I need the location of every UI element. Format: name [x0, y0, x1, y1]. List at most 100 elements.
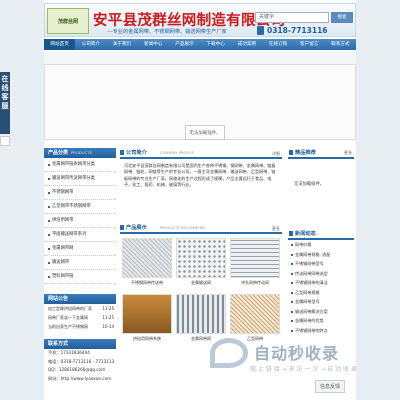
categories-title: 产品分类 PRODUCTS — [44, 148, 116, 158]
contact-mobile: 手机：17331836444 — [48, 350, 90, 355]
product-caption[interactable]: 烘焙用网带系统 — [133, 336, 161, 342]
search-input[interactable]: 关键字 — [255, 12, 329, 23]
notice-item[interactable]: 加工定做烘焙网带的厂家 11-25 — [44, 304, 116, 313]
product-image[interactable] — [122, 238, 172, 278]
product-caption[interactable]: 冲孔网带传动网 — [241, 280, 269, 286]
contact-title: 联系方式 — [44, 339, 116, 349]
slogan: ---专业的金属网带、不锈钢网带、输送网带生产厂家 — [107, 29, 227, 35]
nav-products[interactable]: 产品展示 — [169, 39, 200, 50]
product-caption[interactable]: 金属网带网 — [191, 336, 211, 342]
search-button[interactable]: 搜索 — [331, 12, 353, 23]
notice-item[interactable]: 网带厂家谈一下金属网 11-25 — [44, 313, 116, 322]
latest-news-item[interactable]: 网带价格 — [288, 240, 354, 250]
phone-icon — [257, 26, 264, 35]
product-image[interactable] — [176, 294, 226, 334]
product-card[interactable]: 冲孔网带传动网 — [230, 238, 280, 290]
online-service-tab[interactable]: 在 线 客 服 — [0, 72, 10, 134]
latest-news-item[interactable]: 输送网带解决方案 — [288, 307, 354, 317]
site-header: 茂群丝网 安平县茂群丝网制造有限公司 ---专业的金属网带、不锈钢网带、输送网带… — [44, 3, 356, 37]
latest-news-header: 新闻动态 — [288, 229, 354, 240]
product-card[interactable]: 不锈钢网带传送带 — [122, 238, 172, 290]
notice-item[interactable]: 当前自身生产不锈钢网 10-14 — [44, 322, 116, 331]
product-image[interactable] — [230, 294, 280, 334]
product-image[interactable] — [230, 238, 280, 278]
watermark-subtitle: 做 上 链 接 → 来 访 一 次 → 自 动 收 录 — [250, 366, 357, 373]
categories-title-text: 产品分类 — [48, 150, 69, 156]
recommend-header: 精品推荐 更多 — [288, 148, 354, 159]
nav-order[interactable]: 在线订购 — [262, 39, 293, 50]
product-caption[interactable]: 不锈钢网带传送带 — [131, 280, 163, 286]
float-tab-char: 线 — [1, 84, 9, 92]
contact-qq: QQ：1286186266@qq.com — [48, 367, 106, 372]
about-more-link[interactable]: 详细 — [272, 151, 280, 157]
latest-news-item[interactable]: 传送网带网带选型 — [288, 269, 354, 279]
recommend-title: 精品推荐 — [295, 150, 316, 156]
latest-news-item[interactable]: 金属网带型号 — [288, 297, 354, 307]
products-title-en: PRODUCTS RECOMMEND — [160, 226, 206, 230]
latest-news-item[interactable]: 金属网带的优势 — [288, 316, 354, 326]
notice-date: 11-25 — [102, 306, 114, 311]
category-item[interactable]: 烘焙用网带 — [44, 214, 116, 228]
product-card[interactable]: 烘焙用网带系统 — [122, 294, 172, 346]
right-column: 精品推荐 更多 无法加载插件。 新闻动态 网带价格 金属网带规格, 选配 不锈钢网… — [288, 148, 354, 335]
latest-news-item[interactable]: 金属网带规格, 选配 — [288, 250, 354, 260]
notice-date: 11-25 — [102, 315, 114, 320]
logo-text: 茂群丝网 — [57, 18, 78, 25]
products-title: 产品展示 — [120, 224, 147, 231]
float-tab-char: 服 — [1, 102, 9, 110]
notice-title: 网站公告 — [44, 294, 116, 304]
watermark-logo-icon — [210, 338, 248, 368]
latest-news-item[interactable]: 乙型网带规格 — [288, 288, 354, 298]
feedback-button[interactable]: 信息反馈 — [315, 380, 345, 393]
hotline-phone: 0318-7713116 — [267, 26, 328, 35]
float-tab-char: 客 — [1, 93, 9, 101]
recommend-placeholder: 无法加载插件。 — [294, 182, 325, 187]
category-item[interactable]: 输送网带传送网带分类 — [44, 172, 116, 186]
latest-news-title: 新闻动态 — [295, 231, 316, 237]
nav-downloads[interactable]: 下载中心 — [200, 39, 231, 50]
recommend-more-link[interactable]: 更多 — [344, 148, 352, 158]
product-image[interactable] — [176, 238, 226, 278]
nav-messages[interactable]: 客户留言 — [294, 39, 325, 50]
product-image[interactable] — [122, 294, 172, 334]
float-tab-toggle[interactable] — [0, 136, 10, 146]
category-item[interactable]: 不锈钢网带 — [44, 186, 116, 200]
center-column: 公司简介 COMPANY PROFILE 详细 河北安平县茂群丝网制造有限公司是… — [120, 148, 282, 350]
about-title-en: COMPANY PROFILE — [160, 151, 194, 155]
category-item[interactable]: 乙型网带不锈钢网带 — [44, 200, 116, 214]
nav-news[interactable]: 新闻中心 — [138, 39, 169, 50]
product-grid: 不锈钢网带传送带 金属输送网 冲孔网带传动网 烘焙用网带系统 金属网带网 乙型网… — [120, 234, 282, 350]
notice-text: 网带厂家谈一下金属网 — [48, 315, 88, 320]
category-item[interactable]: 平面输送网带系列 — [44, 228, 116, 242]
company-logo[interactable]: 茂群丝网 — [47, 8, 89, 34]
latest-news-item[interactable]: 不锈钢网带型号 — [288, 259, 354, 269]
category-item[interactable]: 输送网带 — [44, 256, 116, 270]
notice-text: 加工定做烘焙网带的厂家 — [48, 306, 92, 311]
nav-cases[interactable]: 成功案例 — [231, 39, 262, 50]
contact-phone: 电话：0318-7713116 - 7713113 — [48, 358, 115, 364]
categories-title-en: PRODUCTS — [71, 150, 93, 155]
latest-news-item[interactable]: 不锈钢网带的清洁 — [288, 278, 354, 288]
banner-plugin: 无法加载插件。 — [44, 64, 356, 140]
watermark-title: 自动秒收录 — [254, 344, 340, 363]
category-item[interactable]: 金属网带链条网带分类 — [44, 158, 116, 172]
category-item[interactable]: 金属网带网 — [44, 242, 116, 256]
company-intro: 河北安平县茂群丝网制造有限公司是国内生产各种不锈钢、钢网带、金属网带、链板网带、… — [124, 163, 276, 187]
nav-contact[interactable]: 联系方式 — [325, 39, 356, 50]
notice-text: 当前自身生产不锈钢网 — [48, 324, 88, 329]
float-tab-char: 在 — [1, 75, 9, 83]
notice-date: 10-14 — [102, 324, 114, 329]
product-caption[interactable]: 金属输送网 — [191, 280, 211, 286]
banner-strip — [44, 52, 356, 64]
nav-home[interactable]: 网站首页 — [44, 39, 76, 50]
main-nav: 网站首页 公司简介 关于我们 新闻中心 产品展示 下载中心 成功案例 在线订购 … — [44, 39, 356, 50]
product-card[interactable]: 金属输送网 — [176, 238, 226, 290]
products-header: 产品展示 PRODUCTS RECOMMEND 更多 — [120, 223, 282, 234]
contact-website[interactable]: 网址：http://www.lyaoxue.com — [44, 375, 116, 384]
nav-about-us[interactable]: 关于我们 — [106, 39, 137, 50]
latest-news-item[interactable]: 不锈钢网带的特点 — [288, 326, 354, 336]
products-more-link[interactable]: 更多 — [272, 226, 280, 232]
nav-about-company[interactable]: 公司简介 — [75, 39, 106, 50]
category-item[interactable]: 塑料网带链 — [44, 270, 116, 284]
left-column: 产品分类 PRODUCTS 金属网带链条网带分类 输送网带传送网带分类 不锈钢网带… — [44, 148, 116, 383]
